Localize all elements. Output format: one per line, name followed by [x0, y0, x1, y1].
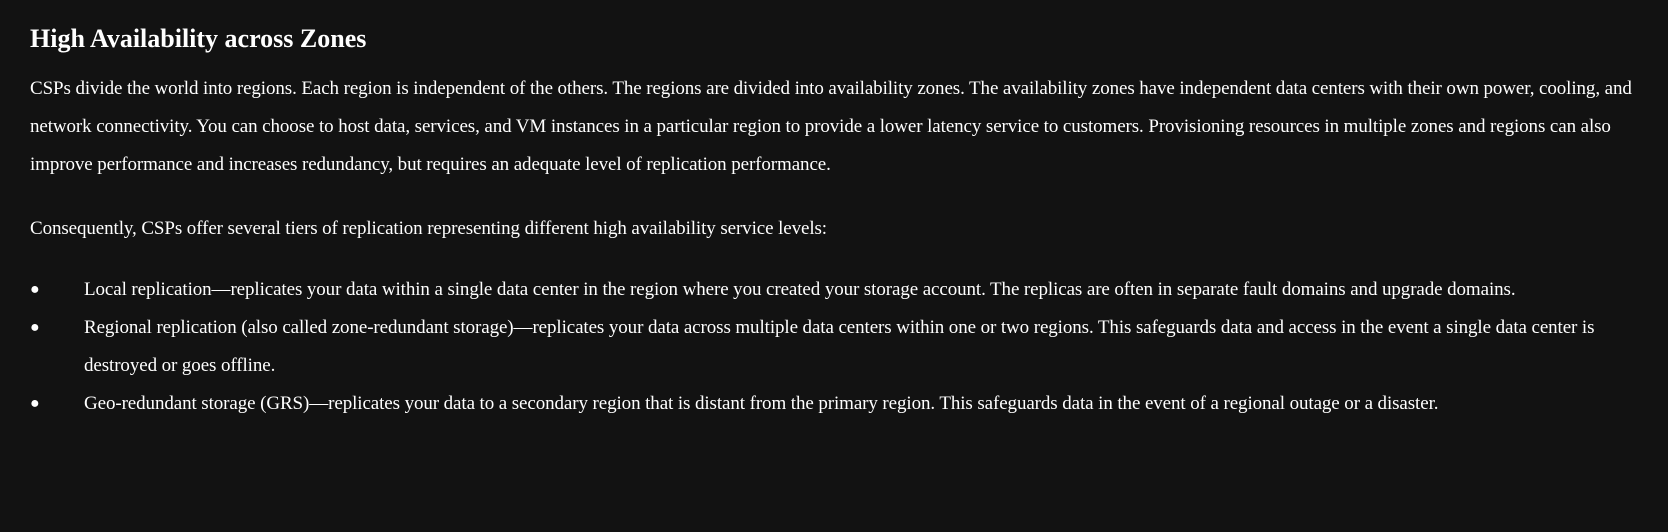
section-heading: High Availability across Zones — [30, 24, 367, 53]
list-item-text: Local replication—replicates your data w… — [84, 279, 1516, 300]
list-item: ● Geo-redundant storage (GRS)—replicates… — [30, 385, 1638, 423]
document-page: High Availability across Zones CSPs divi… — [0, 0, 1668, 532]
list-item-text: Regional replication (also called zone-r… — [84, 317, 1595, 376]
list-item: ● Local replication—replicates your data… — [30, 271, 1638, 309]
bullet-icon: ● — [30, 319, 40, 336]
paragraph-replication-intro: Consequently, CSPs offer several tiers o… — [30, 218, 827, 239]
list-item-text: Geo-redundant storage (GRS)—replicates y… — [84, 393, 1439, 414]
paragraph-regions: CSPs divide the world into regions. Each… — [30, 78, 1632, 175]
list-item: ● Regional replication (also called zone… — [30, 309, 1638, 385]
bullet-icon: ● — [30, 395, 40, 412]
replication-tier-list: ● Local replication—replicates your data… — [30, 271, 1638, 423]
bullet-icon: ● — [30, 281, 40, 298]
